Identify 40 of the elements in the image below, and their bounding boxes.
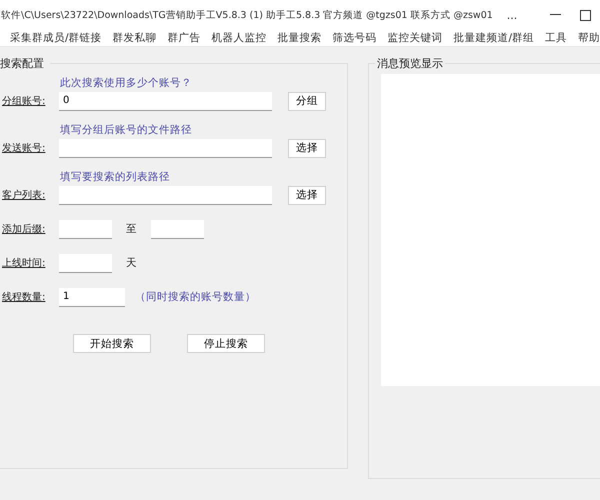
field-label: 分组账号: [2, 94, 46, 108]
menu-item[interactable]: 采集群成员/群链接 [10, 31, 102, 45]
maximize-icon[interactable] [580, 10, 590, 20]
action-button[interactable]: 停止搜索 [187, 334, 265, 353]
field-label: 添加后缀: [2, 222, 46, 236]
input-field[interactable] [59, 186, 272, 204]
choose-button[interactable]: 选择 [288, 186, 326, 204]
menu-item[interactable]: 批量建频道/群组 [454, 31, 534, 45]
menu-item[interactable]: 群发私聊 [112, 31, 157, 45]
input-field[interactable] [151, 220, 204, 238]
menu-item[interactable]: 帮助 [578, 31, 600, 45]
field-label: 上线时间: [2, 256, 46, 270]
menu-item[interactable]: 批量搜索 [278, 31, 322, 45]
panel-title: 消息预览显示 [375, 56, 445, 71]
input-field[interactable] [59, 138, 272, 158]
input-field[interactable]: 1 [59, 288, 125, 306]
field-label: 客户列表: [2, 188, 46, 202]
input-field[interactable]: 0 [59, 92, 272, 110]
field-hint: （同时搜索的账号数量） [135, 290, 256, 304]
field-hint: 此次搜索使用多少个账号？ [60, 76, 193, 90]
panel-title: 搜索配置 [0, 56, 50, 71]
action-button[interactable]: 开始搜索 [73, 334, 151, 353]
window-title: 软件\C\Users\23722\Downloads\TG营销助手工V5.8.3 (1) 助手工5.8.3 官方频道 @tgzs01 联系方式 @zsw01 [1, 8, 493, 22]
input-field[interactable] [59, 254, 112, 272]
choose-button[interactable]: 选择 [288, 138, 326, 158]
menu-item[interactable]: 监控关键词 [388, 31, 443, 45]
unit-text: 天 [126, 256, 137, 270]
field-hint: 填写分组后账号的文件路径 [60, 123, 193, 137]
minimize-icon[interactable] [550, 14, 560, 16]
field-label: 线程数量: [2, 290, 46, 304]
menu-item[interactable]: 筛选号码 [332, 31, 377, 45]
menu-item[interactable]: 工具 [545, 31, 568, 45]
field-label: 发送账号: [2, 142, 46, 155]
input-field[interactable] [59, 220, 112, 238]
field-hint: 填写要搜索的列表路径 [60, 170, 171, 184]
range-text: 至 [126, 222, 137, 236]
choose-button[interactable]: 分组 [288, 92, 326, 110]
menu-item[interactable]: 群广告 [168, 31, 201, 45]
menu-item[interactable]: 机器人监控 [212, 31, 267, 45]
more-text: ... [506, 8, 518, 22]
